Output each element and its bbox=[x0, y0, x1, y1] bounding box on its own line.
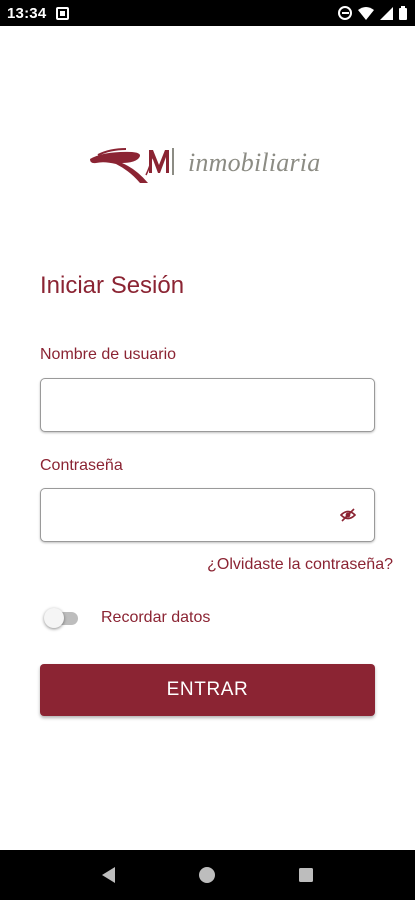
rm-logo-mark-icon bbox=[90, 148, 174, 183]
logo-text: inmobiliaria bbox=[188, 148, 321, 177]
brand-logo: inmobiliaria bbox=[86, 138, 331, 188]
wifi-icon bbox=[358, 6, 374, 20]
submit-button[interactable]: ENTRAR bbox=[40, 664, 375, 716]
page-title: Iniciar Sesión bbox=[40, 272, 185, 299]
signal-icon bbox=[380, 6, 393, 20]
remember-label: Recordar datos bbox=[101, 609, 211, 626]
username-field-container bbox=[40, 378, 375, 432]
status-left: 13:34 bbox=[7, 4, 70, 22]
password-input[interactable] bbox=[41, 489, 374, 541]
remember-toggle[interactable] bbox=[44, 606, 78, 630]
password-field-container bbox=[40, 488, 375, 542]
status-bar: 13:34 bbox=[0, 0, 415, 26]
eye-off-icon[interactable] bbox=[340, 508, 356, 522]
do-not-disturb-icon bbox=[338, 6, 352, 20]
status-right bbox=[338, 6, 407, 20]
status-time: 13:34 bbox=[7, 4, 47, 22]
remember-row: Recordar datos bbox=[44, 606, 210, 630]
forgot-password-link[interactable]: ¿Olvidaste la contraseña? bbox=[207, 556, 393, 574]
back-icon bbox=[102, 867, 116, 883]
home-button[interactable] bbox=[195, 863, 219, 887]
toggle-thumb bbox=[44, 608, 64, 628]
battery-icon bbox=[399, 6, 407, 20]
username-label: Nombre de usuario bbox=[40, 346, 177, 363]
recents-button[interactable] bbox=[294, 863, 318, 887]
system-nav-bar bbox=[0, 850, 415, 900]
home-icon bbox=[199, 867, 216, 883]
notification-icon bbox=[56, 6, 70, 20]
recents-icon bbox=[298, 868, 313, 882]
password-label: Contraseña bbox=[40, 457, 123, 474]
username-input[interactable] bbox=[41, 379, 374, 431]
back-button[interactable] bbox=[97, 863, 121, 887]
